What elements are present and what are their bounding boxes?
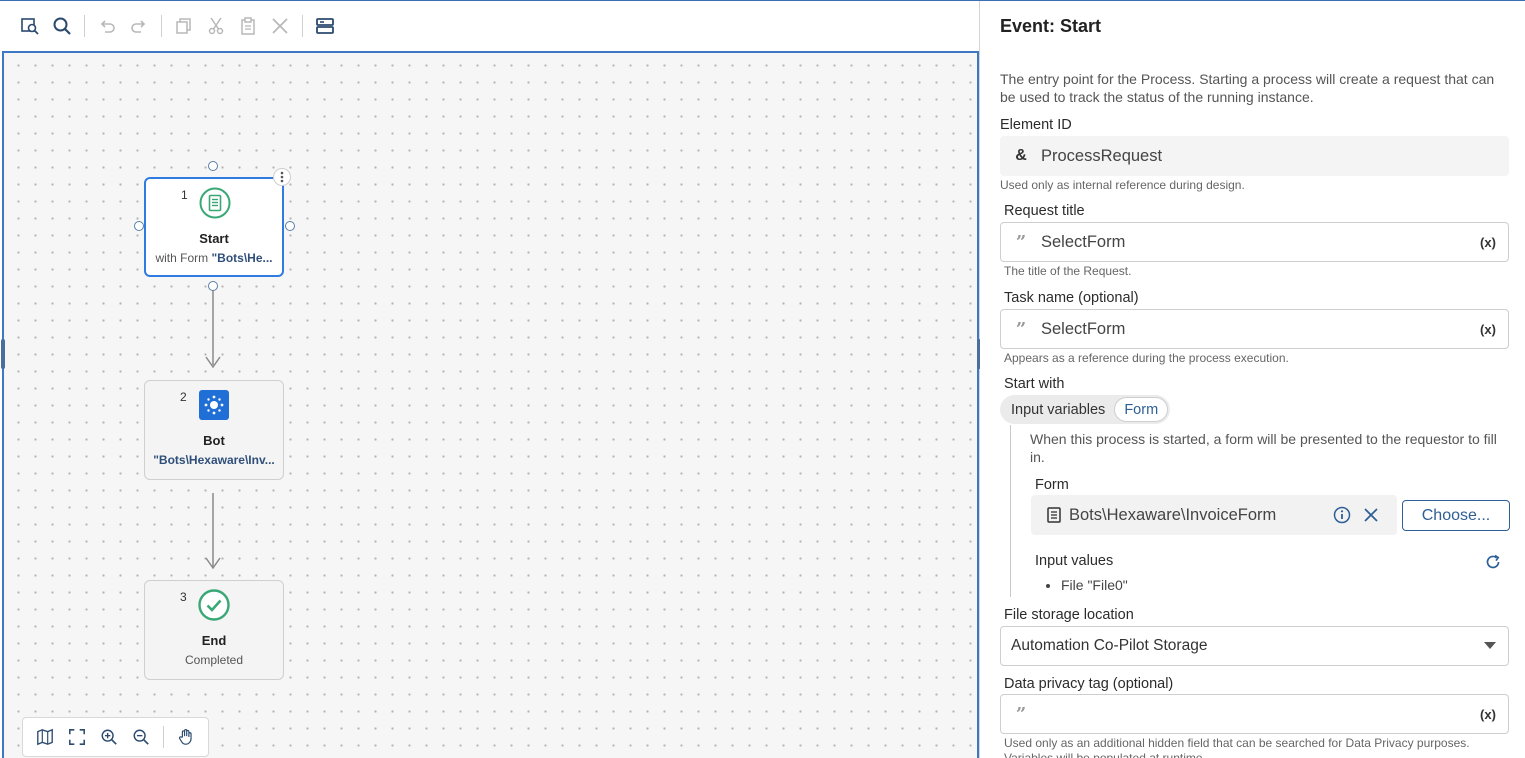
connection-handle-right[interactable] bbox=[285, 221, 295, 231]
connection-handle-left[interactable] bbox=[134, 221, 144, 231]
fit-screen-icon[interactable] bbox=[61, 721, 93, 753]
variable-icon[interactable]: (x) bbox=[1468, 235, 1508, 250]
toggle-input-variables[interactable]: Input variables bbox=[1002, 397, 1114, 422]
node-title: Bot bbox=[203, 433, 225, 448]
quote-icon: ” bbox=[1015, 703, 1027, 725]
start-with-label: Start with bbox=[1004, 376, 1065, 392]
designer-canvas[interactable]: 1 Start with Form "Bots\He... 2 Bot "Bot… bbox=[2, 51, 979, 758]
variable-icon[interactable]: (x) bbox=[1468, 707, 1508, 722]
file-storage-label: File storage location bbox=[1004, 607, 1134, 623]
input-values-label: Input values bbox=[1035, 553, 1114, 569]
hand-icon[interactable] bbox=[170, 721, 202, 753]
node-bot[interactable]: 2 Bot "Bots\Hexaware\Inv... bbox=[144, 380, 284, 480]
chevron-down-icon bbox=[1484, 642, 1496, 649]
undo-icon[interactable] bbox=[91, 10, 123, 42]
node-subtitle: Completed bbox=[184, 653, 244, 667]
quote-icon: ” bbox=[1015, 231, 1027, 253]
form-section: When this process is started, a form wil… bbox=[1010, 425, 1510, 597]
toolbar-divider bbox=[302, 15, 303, 37]
node-menu-icon[interactable] bbox=[273, 168, 291, 186]
copy-icon[interactable] bbox=[168, 10, 200, 42]
input-values-list: File "File0" bbox=[1061, 577, 1128, 593]
choose-form-button[interactable]: Choose... bbox=[1402, 500, 1510, 531]
check-icon bbox=[198, 589, 230, 621]
process-designer: 1 Start with Form "Bots\He... 2 Bot "Bot… bbox=[0, 1, 981, 758]
app-root: 1 Start with Form "Bots\He... 2 Bot "Bot… bbox=[0, 0, 1525, 758]
find-element-icon[interactable] bbox=[14, 10, 46, 42]
ampersand-icon: & bbox=[1015, 147, 1027, 164]
form-icon bbox=[199, 187, 231, 219]
request-title-help: The title of the Request. bbox=[1004, 264, 1132, 278]
element-id-help: Used only as internal reference during d… bbox=[1000, 178, 1245, 192]
connection-handle-top[interactable] bbox=[208, 161, 218, 171]
zoom-in-icon[interactable] bbox=[93, 721, 125, 753]
input-value-item: File "File0" bbox=[1061, 577, 1128, 593]
quote-icon: ” bbox=[1015, 318, 1027, 340]
privacy-tag-label: Data privacy tag (optional) bbox=[1004, 676, 1174, 692]
request-title-field[interactable]: ” SelectForm (x) bbox=[1000, 222, 1509, 262]
connection-handle-bottom[interactable] bbox=[208, 281, 218, 291]
toggle-form[interactable]: Form bbox=[1114, 397, 1169, 422]
properties-panel: Event: Start The entry point for the Pro… bbox=[980, 1, 1525, 758]
node-start[interactable]: 1 Start with Form "Bots\He... bbox=[144, 177, 284, 277]
form-label: Form bbox=[1035, 477, 1069, 493]
node-number: 2 bbox=[180, 390, 187, 404]
element-id-value: ProcessRequest bbox=[1041, 146, 1163, 165]
designer-toolbar bbox=[0, 1, 979, 51]
tools-divider bbox=[163, 726, 164, 748]
file-storage-value: Automation Co-Pilot Storage bbox=[1011, 637, 1208, 654]
clear-icon[interactable] bbox=[1363, 507, 1379, 523]
form-chip[interactable]: Bots\Hexaware\InvoiceForm bbox=[1031, 495, 1397, 535]
node-number: 3 bbox=[180, 590, 187, 604]
node-subtitle: "Bots\Hexaware\Inv... bbox=[149, 453, 279, 467]
element-id-label: Element ID bbox=[1000, 117, 1072, 133]
toolbar-divider bbox=[161, 15, 162, 37]
node-subtitle-prefix: with Form bbox=[155, 251, 212, 265]
node-title: Start bbox=[199, 231, 229, 246]
request-title-value: SelectForm bbox=[1041, 232, 1126, 251]
bot-icon bbox=[199, 390, 229, 420]
element-id-field[interactable]: & ProcessRequest bbox=[1000, 136, 1509, 176]
node-subtitle: with Form "Bots\He... bbox=[150, 251, 278, 265]
left-resize-handle[interactable] bbox=[1, 339, 5, 369]
cut-icon[interactable] bbox=[200, 10, 232, 42]
task-name-label: Task name (optional) bbox=[1004, 290, 1139, 306]
layout-icon[interactable] bbox=[309, 10, 341, 42]
search-icon[interactable] bbox=[46, 10, 78, 42]
refresh-icon[interactable] bbox=[1484, 553, 1502, 571]
form-description: When this process is started, a form wil… bbox=[1030, 431, 1497, 465]
node-subtitle-emph: "Bots\Hexaware\Inv... bbox=[153, 453, 275, 467]
task-name-help: Appears as a reference during the proces… bbox=[1004, 351, 1289, 365]
zoom-out-icon[interactable] bbox=[125, 721, 157, 753]
request-title-label: Request title bbox=[1004, 203, 1085, 219]
toolbar-divider bbox=[84, 15, 85, 37]
file-storage-select[interactable]: Automation Co-Pilot Storage bbox=[1000, 626, 1509, 666]
node-number: 1 bbox=[181, 188, 188, 202]
canvas-tools bbox=[22, 717, 209, 757]
form-doc-icon bbox=[1047, 507, 1061, 523]
task-name-field[interactable]: ” SelectForm (x) bbox=[1000, 309, 1509, 349]
map-icon[interactable] bbox=[29, 721, 61, 753]
variable-icon[interactable]: (x) bbox=[1468, 322, 1508, 337]
privacy-tag-field[interactable]: ” (x) bbox=[1000, 694, 1509, 734]
delete-icon[interactable] bbox=[264, 10, 296, 42]
form-name: Bots\Hexaware\InvoiceForm bbox=[1069, 505, 1277, 524]
node-end[interactable]: 3 End Completed bbox=[144, 580, 284, 680]
node-title: End bbox=[201, 633, 227, 648]
start-with-toggle: Input variables Form bbox=[1000, 395, 1171, 424]
task-name-value: SelectForm bbox=[1041, 319, 1126, 338]
privacy-tag-help: Used only as an additional hidden field … bbox=[1004, 736, 1470, 758]
info-icon[interactable] bbox=[1333, 506, 1351, 524]
node-subtitle-emph: "Bots\He... bbox=[211, 251, 273, 265]
panel-title: Event: Start bbox=[1000, 16, 1102, 36]
paste-icon[interactable] bbox=[232, 10, 264, 42]
redo-icon[interactable] bbox=[123, 10, 155, 42]
panel-description: The entry point for the Process. Startin… bbox=[1000, 71, 1495, 105]
